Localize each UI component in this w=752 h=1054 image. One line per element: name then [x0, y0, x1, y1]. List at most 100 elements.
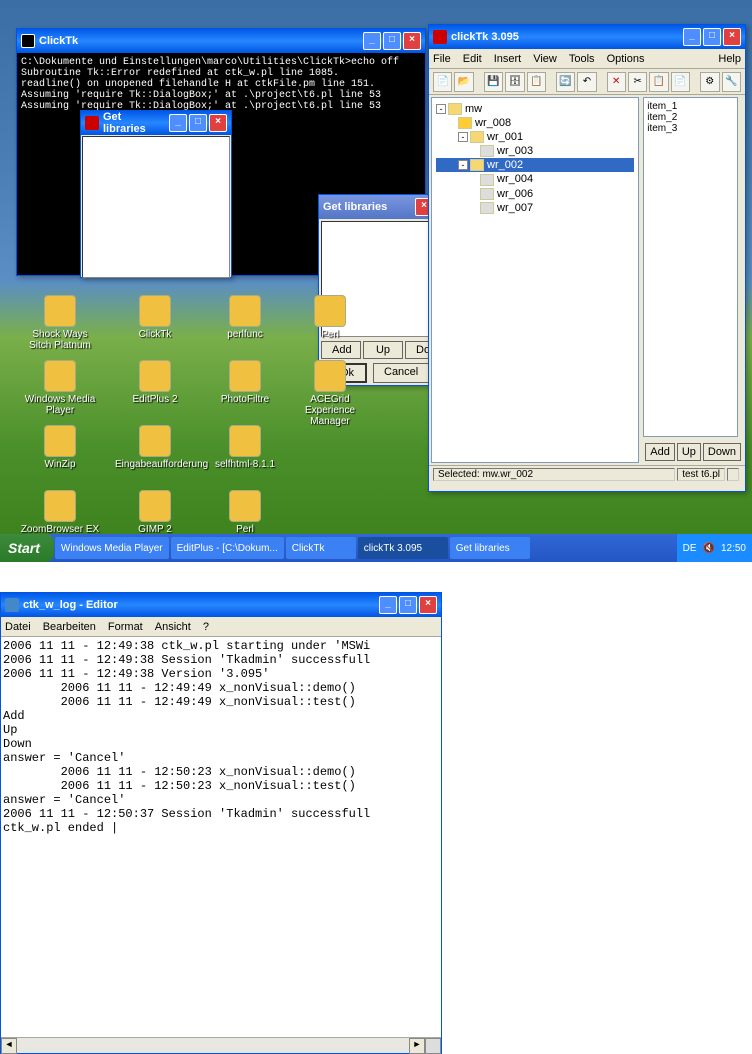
- list-item[interactable]: item_2: [647, 112, 734, 123]
- scroll-right-icon[interactable]: ►: [409, 1038, 425, 1054]
- list-item[interactable]: item_1: [647, 101, 734, 112]
- resize-grip[interactable]: [727, 468, 739, 481]
- menu-file[interactable]: File: [433, 53, 451, 65]
- menu-help[interactable]: Help: [718, 53, 741, 65]
- menu-view[interactable]: View: [533, 53, 557, 65]
- tree-node[interactable]: wr_006: [497, 188, 533, 200]
- menu-help[interactable]: ?: [203, 621, 209, 633]
- desktop-icon[interactable]: Windows Media Player: [20, 360, 100, 416]
- expand-icon[interactable]: -: [458, 132, 468, 142]
- menu-options[interactable]: Options: [607, 53, 645, 65]
- icon-label: ACEGrid Experience Manager: [290, 394, 370, 427]
- minimize-button[interactable]: _: [363, 32, 381, 50]
- close-button[interactable]: ×: [403, 32, 421, 50]
- desktop-icon[interactable]: Eingabeaufforderung: [115, 425, 195, 470]
- editor-titlebar[interactable]: ctk_w_log - Editor _ □ ×: [1, 593, 441, 617]
- maximize-button[interactable]: □: [189, 114, 207, 132]
- menu-datei[interactable]: Datei: [5, 621, 31, 633]
- desktop: ClickTk _ □ × C:\Dokumente und Einstellu…: [0, 0, 752, 562]
- desktop-icon[interactable]: ZoomBrowser EX: [20, 490, 100, 535]
- open-icon[interactable]: 📂: [454, 72, 473, 92]
- tray-icon[interactable]: 🔇: [703, 543, 715, 554]
- task-button[interactable]: EditPlus - [C:\Dokum...: [171, 537, 284, 559]
- desktop-icon[interactable]: selfhtml-8.1.1: [205, 425, 285, 470]
- delete-icon[interactable]: ✕: [607, 72, 626, 92]
- paste-icon[interactable]: 📄: [671, 72, 690, 92]
- tree-node[interactable]: mw: [465, 103, 482, 115]
- close-button[interactable]: ×: [723, 28, 741, 46]
- taskbar: Start Windows Media Player EditPlus - [C…: [0, 534, 752, 562]
- scroll-left-icon[interactable]: ◄: [1, 1038, 17, 1054]
- getlib2-titlebar[interactable]: Get libraries ×: [319, 195, 437, 219]
- cancel-button[interactable]: Cancel: [373, 363, 429, 383]
- maximize-button[interactable]: □: [703, 28, 721, 46]
- side-list[interactable]: item_1 item_2 item_3: [643, 97, 738, 437]
- desktop-icon[interactable]: GIMP 2: [115, 490, 195, 535]
- task-button[interactable]: Windows Media Player: [55, 537, 169, 559]
- desktop-icon[interactable]: WinZip: [20, 425, 100, 470]
- desktop-icon[interactable]: Shock Ways Sitch Platnum: [20, 295, 100, 351]
- cut-icon[interactable]: ✂: [628, 72, 647, 92]
- menu-insert[interactable]: Insert: [494, 53, 522, 65]
- close-button[interactable]: ×: [419, 596, 437, 614]
- start-button[interactable]: Start: [0, 534, 54, 562]
- desktop-icon[interactable]: EditPlus 2: [115, 360, 195, 405]
- tree-node[interactable]: wr_003: [497, 145, 533, 157]
- minimize-button[interactable]: _: [379, 596, 397, 614]
- maximize-button[interactable]: □: [399, 596, 417, 614]
- expand-icon[interactable]: -: [458, 160, 468, 170]
- add-button[interactable]: Add: [645, 443, 675, 461]
- saveall-icon[interactable]: 🗄: [505, 72, 524, 92]
- minimize-button[interactable]: _: [169, 114, 187, 132]
- desktop-icon[interactable]: Perl: [290, 295, 370, 340]
- up-button[interactable]: Up: [363, 341, 403, 359]
- resize-grip[interactable]: [425, 1038, 441, 1054]
- refresh-icon[interactable]: 🔄: [556, 72, 575, 92]
- desktop-icon[interactable]: ACEGrid Experience Manager: [290, 360, 370, 427]
- doc-icon[interactable]: 📋: [527, 72, 546, 92]
- getlib1-titlebar[interactable]: Get libraries _ □ ×: [81, 111, 231, 135]
- expand-icon[interactable]: -: [436, 104, 446, 114]
- copy-icon[interactable]: 📋: [649, 72, 668, 92]
- list-item[interactable]: item_3: [647, 123, 734, 134]
- task-button[interactable]: Get libraries: [450, 537, 530, 559]
- desktop-icon[interactable]: PhotoFiltre: [205, 360, 285, 405]
- minimize-button[interactable]: _: [683, 28, 701, 46]
- task-button[interactable]: ClickTk: [286, 537, 356, 559]
- icon-label: Windows Media Player: [20, 394, 100, 416]
- tool2-icon[interactable]: 🔧: [722, 72, 741, 92]
- desktop-icon[interactable]: ClickTk: [115, 295, 195, 340]
- tree-node[interactable]: wr_001: [487, 131, 523, 143]
- tree-node[interactable]: wr_004: [497, 173, 533, 185]
- hscrollbar[interactable]: ◄ ►: [1, 1037, 441, 1053]
- new-icon[interactable]: 📄: [433, 72, 452, 92]
- task-button[interactable]: clickTk 3.095: [358, 537, 448, 559]
- getlib1-list[interactable]: [82, 136, 230, 278]
- tree-node[interactable]: wr_008: [475, 117, 511, 129]
- maximize-button[interactable]: □: [383, 32, 401, 50]
- close-button[interactable]: ×: [209, 114, 227, 132]
- up-button[interactable]: Up: [677, 443, 701, 461]
- widget-tree[interactable]: - mw wr_008 - wr_001 wr_003 - wr_002 wr_004…: [431, 97, 639, 463]
- menu-tools[interactable]: Tools: [569, 53, 595, 65]
- tree-node-selected[interactable]: wr_002: [487, 159, 523, 171]
- widget-icon: [480, 174, 494, 186]
- undo-icon[interactable]: ↶: [577, 72, 596, 92]
- menu-bearbeiten[interactable]: Bearbeiten: [43, 621, 96, 633]
- menu-edit[interactable]: Edit: [463, 53, 482, 65]
- scroll-track[interactable]: [17, 1038, 409, 1053]
- app-icon: [5, 598, 19, 612]
- menu-ansicht[interactable]: Ansicht: [155, 621, 191, 633]
- menu-format[interactable]: Format: [108, 621, 143, 633]
- tree-node[interactable]: wr_007: [497, 202, 533, 214]
- system-tray[interactable]: DE 🔇 12:50: [677, 534, 752, 562]
- save-icon[interactable]: 💾: [484, 72, 503, 92]
- editor-text[interactable]: 2006 11 11 - 12:49:38 ctk_w.pl starting …: [1, 637, 441, 1037]
- desktop-icon[interactable]: perlfunc: [205, 295, 285, 340]
- clicktk-titlebar[interactable]: clickTk 3.095 _ □ ×: [429, 25, 745, 49]
- tool-icon[interactable]: ⚙: [700, 72, 719, 92]
- lang-indicator[interactable]: DE: [683, 543, 697, 554]
- add-button[interactable]: Add: [321, 341, 361, 359]
- down-button[interactable]: Down: [703, 443, 741, 461]
- console-titlebar[interactable]: ClickTk _ □ ×: [17, 29, 425, 53]
